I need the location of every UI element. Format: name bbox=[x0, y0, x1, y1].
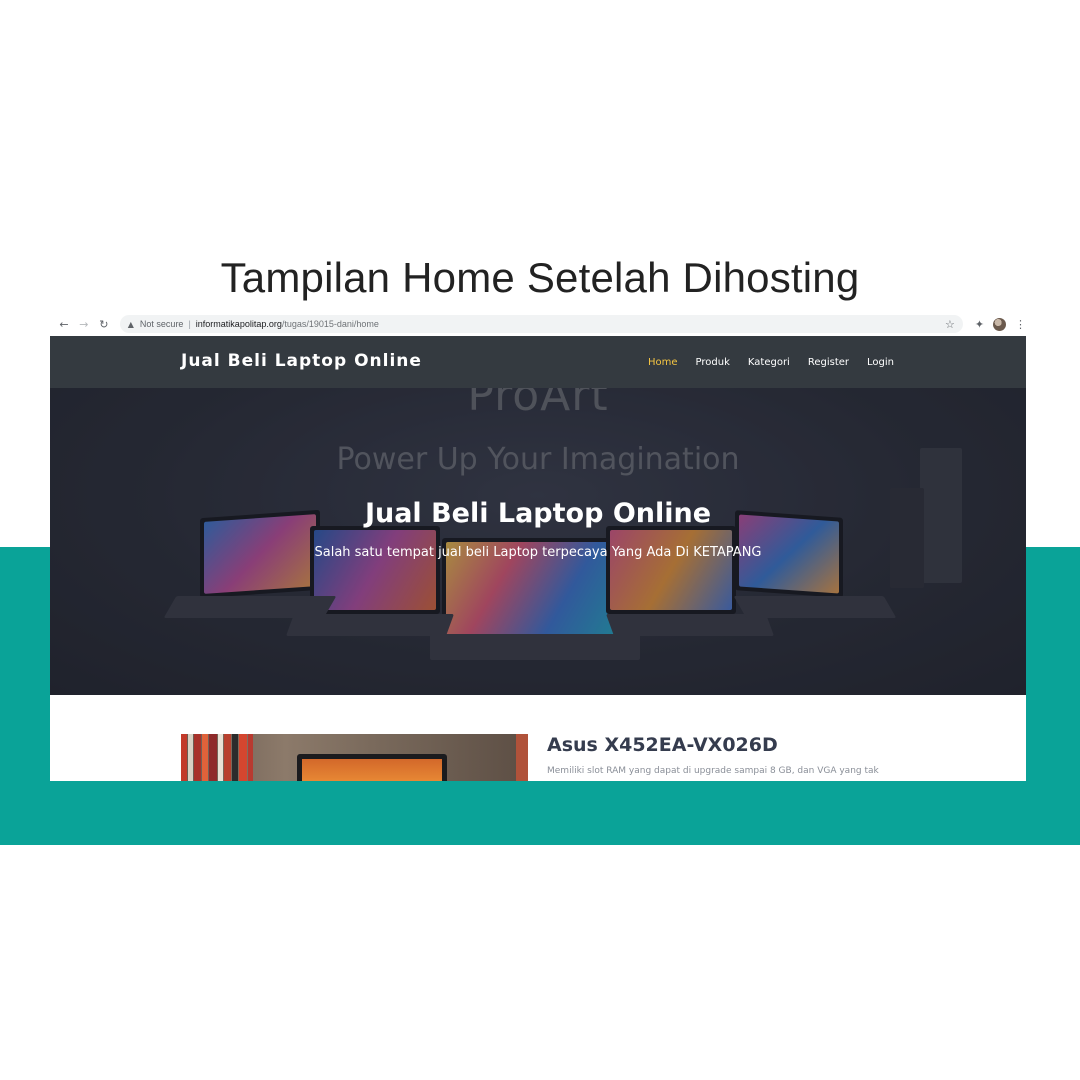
nav-link-home[interactable]: Home bbox=[648, 357, 678, 368]
product-description: Memiliki slot RAM yang dapat di upgrade … bbox=[547, 766, 879, 776]
bookshelf-book bbox=[516, 734, 528, 781]
bookshelf-book bbox=[218, 734, 223, 781]
site-navbar: Jual Beli Laptop Online Home Produk Kate… bbox=[50, 336, 1026, 388]
website-viewport: Jual Beli Laptop Online Home Produk Kate… bbox=[50, 336, 1026, 781]
url-host[interactable]: informatikapolitap.org bbox=[196, 319, 282, 329]
hero-banner: ProArt Power Up Your Imagination Jual Be… bbox=[50, 388, 1026, 695]
bookshelf-book bbox=[224, 734, 231, 781]
extensions-icon[interactable]: ✦ bbox=[975, 318, 984, 331]
nav-link-login[interactable]: Login bbox=[867, 357, 894, 368]
profile-avatar[interactable] bbox=[993, 317, 1006, 331]
address-bar[interactable]: ▲ Not secure | informatikapolitap.org/tu… bbox=[119, 315, 963, 333]
bookshelf-book bbox=[232, 734, 238, 781]
product-title[interactable]: Asus X452EA-VX026D bbox=[547, 734, 778, 756]
bookshelf-book bbox=[188, 734, 193, 781]
url-separator: | bbox=[188, 319, 191, 329]
nav-links: Home Produk Kategori Register Login bbox=[630, 336, 894, 388]
product-image[interactable] bbox=[181, 734, 528, 781]
arrow-right-icon[interactable]: → bbox=[74, 314, 94, 334]
nav-link-register[interactable]: Register bbox=[808, 357, 849, 368]
browser-toolbar: ← → ↻ ▲ Not secure | informatikapolitap.… bbox=[50, 312, 1026, 336]
nav-link-kategori[interactable]: Kategori bbox=[748, 357, 790, 368]
site-brand[interactable]: Jual Beli Laptop Online bbox=[181, 351, 422, 371]
url-path[interactable]: /tugas/19015-dani/home bbox=[282, 319, 379, 329]
arrow-left-icon[interactable]: ← bbox=[54, 314, 74, 334]
reload-icon[interactable]: ↻ bbox=[94, 314, 114, 334]
bookshelf-book bbox=[209, 734, 217, 781]
bookshelf-book bbox=[248, 734, 253, 781]
hero-title: Jual Beli Laptop Online bbox=[364, 498, 712, 529]
bookshelf-book bbox=[239, 734, 247, 781]
nav-link-produk[interactable]: Produk bbox=[696, 357, 730, 368]
warning-icon[interactable]: ▲ bbox=[128, 320, 134, 329]
macbook-image bbox=[297, 754, 447, 781]
browser-menu-icon[interactable]: ⋮ bbox=[1015, 318, 1026, 331]
bookshelf-book bbox=[202, 734, 208, 781]
hero-overlay bbox=[50, 388, 1026, 695]
security-label[interactable]: Not secure bbox=[140, 319, 184, 329]
slide-title: Tampilan Home Setelah Dihosting bbox=[220, 254, 860, 301]
bookshelf-book bbox=[181, 734, 187, 781]
bookmark-star-icon[interactable]: ☆ bbox=[945, 318, 955, 331]
bookshelf-book bbox=[194, 734, 201, 781]
hero-subtitle: Salah satu tempat jual beli Laptop terpe… bbox=[314, 545, 762, 560]
